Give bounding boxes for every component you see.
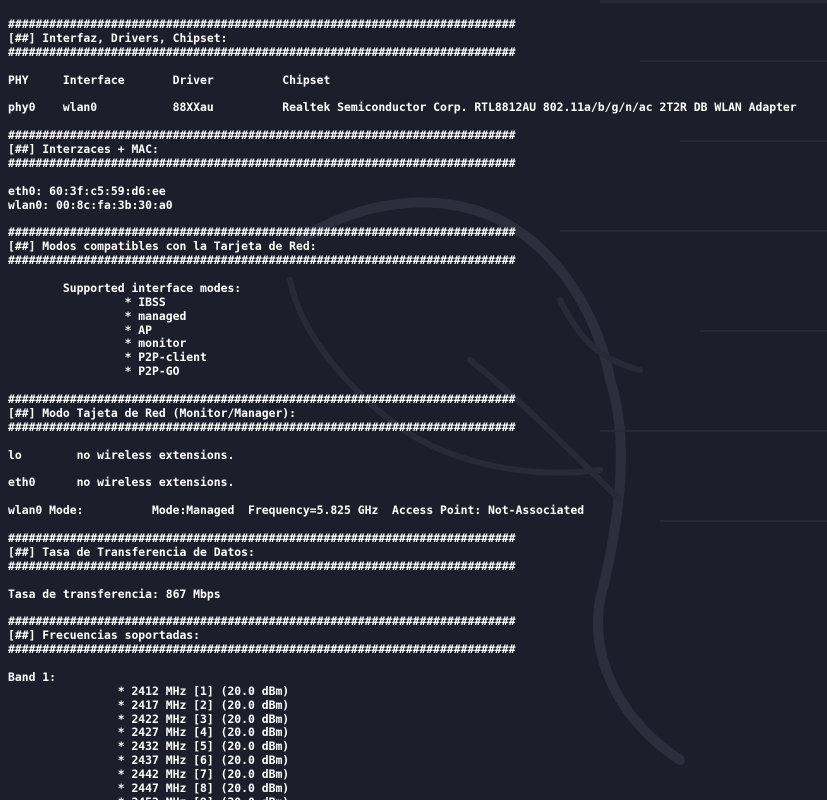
terminal-line: * 2417 MHz [2] (20.0 dBm) xyxy=(8,698,290,712)
terminal-line: ########################################… xyxy=(8,226,516,240)
terminal-line: eth0: 60:3f:c5:59:d6:ee xyxy=(8,184,166,198)
terminal-line: * monitor xyxy=(8,337,187,351)
terminal-line: * 2422 MHz [3] (20.0 dBm) xyxy=(8,712,290,726)
terminal-line: * 2427 MHz [4] (20.0 dBm) xyxy=(8,726,290,740)
terminal-line: ########################################… xyxy=(8,420,516,434)
terminal-line: [##] Interfaz, Drivers, Chipset: xyxy=(8,31,228,45)
terminal-line: * P2P-client xyxy=(8,351,207,365)
terminal-line: eth0 no wireless extensions. xyxy=(8,476,235,490)
terminal-output: ########################################… xyxy=(8,18,823,800)
terminal-line: * managed xyxy=(8,309,187,323)
terminal-line: ########################################… xyxy=(8,156,516,170)
terminal-line: PHY Interface Driver Chipset xyxy=(8,73,331,87)
terminal-line: * 2437 MHz [6] (20.0 dBm) xyxy=(8,754,290,768)
terminal-line: ########################################… xyxy=(8,559,516,573)
terminal-line: [##] Interzaces + MAC: xyxy=(8,143,159,157)
terminal-line: * 2412 MHz [1] (20.0 dBm) xyxy=(8,684,290,698)
terminal-line: phy0 wlan0 88XXau Realtek Semiconductor … xyxy=(8,101,797,115)
terminal-line: [##] Modo Tajeta de Red (Monitor/Manager… xyxy=(8,406,297,420)
terminal-line: ########################################… xyxy=(8,531,516,545)
terminal-line: ########################################… xyxy=(8,643,516,657)
terminal-line: wlan0 Mode: Mode:Managed Frequency=5.825… xyxy=(8,504,585,518)
terminal-line: ########################################… xyxy=(8,18,516,31)
terminal-line: * AP xyxy=(8,323,153,337)
terminal-line: Supported interface modes: xyxy=(8,281,242,295)
terminal-line: Band 1: xyxy=(8,670,57,684)
terminal-line: [##] Tasa de Transferencia de Datos: xyxy=(8,545,255,559)
terminal-line: * 2452 MHz [9] (20.0 dBm) xyxy=(8,796,823,800)
terminal-line: ########################################… xyxy=(8,129,516,143)
terminal-line: ########################################… xyxy=(8,254,516,268)
terminal-line: ########################################… xyxy=(8,615,516,629)
terminal-line: wlan0: 00:8c:fa:3b:30:a0 xyxy=(8,198,173,212)
terminal-line: lo no wireless extensions. xyxy=(8,448,235,462)
terminal-line: Tasa de transferencia: 867 Mbps xyxy=(8,587,221,601)
terminal-line: ########################################… xyxy=(8,45,516,59)
terminal-line: * P2P-GO xyxy=(8,365,180,379)
terminal-line: ########################################… xyxy=(8,393,516,407)
terminal-line: [##] Frecuencias soportadas: xyxy=(8,629,201,643)
terminal-line: * 2447 MHz [8] (20.0 dBm) xyxy=(8,781,290,795)
terminal-line: * 2432 MHz [5] (20.0 dBm) xyxy=(8,740,290,754)
terminal-line: * 2442 MHz [7] (20.0 dBm) xyxy=(8,768,290,782)
terminal-line: [##] Modos compatibles con la Tarjeta de… xyxy=(8,240,317,254)
terminal-line: * IBSS xyxy=(8,295,166,309)
